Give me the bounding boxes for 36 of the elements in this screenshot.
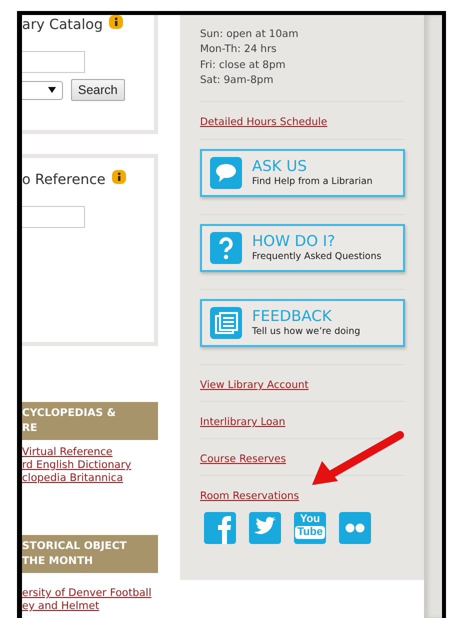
section-title: THE MONTH (22, 554, 93, 569)
service-button[interactable]: HOW DO I? Frequently Asked Questions (200, 224, 405, 272)
service-button[interactable]: FEEDBACK Tell us how we’re doing (200, 299, 405, 348)
question-mark-icon (210, 232, 242, 264)
hours-link[interactable]: Detailed Hours Schedule (200, 116, 328, 128)
section-title: RE (22, 421, 38, 436)
section-title: STORICAL OBJECT (22, 539, 127, 554)
resource-link[interactable]: Virtual Reference (22, 446, 113, 459)
sidebar-link[interactable]: View Library Account (200, 379, 309, 392)
caret-icon (48, 87, 56, 93)
resource-link[interactable]: clopedia Britannica (22, 472, 124, 485)
sidebar-link[interactable]: Interlibrary Loan (200, 416, 286, 428)
text-field[interactable] (22, 206, 85, 228)
dots-icon[interactable] (339, 512, 371, 544)
hours-text: Sun: open at 10am (200, 27, 298, 42)
hours-text: Sat: 9am-8pm (200, 72, 274, 88)
document-icon (210, 307, 242, 340)
panel-heading: o Reference (22, 171, 106, 190)
hours-text: Mon-Th: 24 hrs (200, 42, 277, 58)
sidebar-link[interactable]: Room Reservations (200, 490, 300, 502)
speech-bubble-icon (210, 157, 242, 190)
search-button[interactable]: Search (71, 79, 125, 101)
sidebar-link[interactable]: Course Reserves (200, 453, 286, 466)
info-icon[interactable] (108, 15, 123, 29)
bird-icon[interactable] (249, 512, 281, 544)
resource-link[interactable]: ey and Helmet (22, 600, 100, 613)
resource-link[interactable]: ersity of Denver Football (22, 587, 152, 600)
dropdown[interactable] (22, 80, 63, 100)
service-button[interactable]: ASK US Find Help from a Librarian (200, 149, 405, 198)
hours-text: Fri: close at 8pm (200, 58, 286, 73)
resource-link[interactable]: rd English Dictionary (22, 459, 132, 472)
search-field[interactable] (22, 51, 85, 73)
panel-heading: ary Catalog (22, 16, 103, 35)
section-title: CYCLOPEDIAS & (22, 406, 116, 421)
info-icon[interactable] (112, 170, 126, 184)
facebook-icon[interactable] (204, 512, 236, 544)
